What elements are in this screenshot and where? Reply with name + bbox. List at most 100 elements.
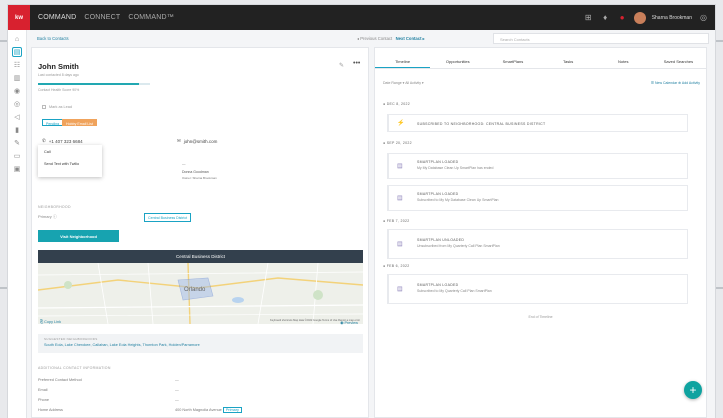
megaphone-icon[interactable]: ◁ <box>12 112 22 122</box>
preview-link[interactable]: ◉ Preview <box>340 320 358 325</box>
date-header: ● FEB 7, 2022 <box>383 219 409 223</box>
card-desc: Subscribed to My Quarterly Call Plan Sma… <box>417 289 492 293</box>
tab-smartplans[interactable]: SmartPlans <box>485 56 540 68</box>
add-fab-button[interactable]: + <box>684 381 702 399</box>
app-command-tm[interactable]: COMMAND™ <box>128 14 174 21</box>
menu-send-text[interactable]: Send Text with Twilio <box>38 159 102 169</box>
menu-call[interactable]: Call <box>38 147 102 157</box>
tab-opportunities[interactable]: Opportunities <box>430 56 485 68</box>
home-address-label: Home Address <box>38 408 63 412</box>
edit-icon[interactable]: ✎ <box>12 138 22 148</box>
owner-name: Donna Goodman <box>182 170 209 174</box>
phone-row[interactable]: ✆ +1 407 323 6684 <box>42 138 83 144</box>
link-icon: ⎘ <box>40 320 44 324</box>
more-options-icon[interactable]: ••• <box>353 60 360 67</box>
smartplan-icon: ▤ <box>397 241 403 248</box>
checkbox-box[interactable] <box>42 105 46 109</box>
timeline-card[interactable]: ▤ SMARTPLAN LOADED My My Database Clean … <box>387 153 688 179</box>
neighborhood-map[interactable]: Central Business District Orlando Keyboa… <box>38 250 363 324</box>
timeline-dot-icon: ● <box>383 141 386 145</box>
tag-hobby-list[interactable]: Hobby Email List <box>62 119 97 126</box>
contact-panel: John Smith Last contacted 8 days ago ✎ •… <box>31 47 369 418</box>
email-address[interactable]: john@smith.com <box>184 139 218 144</box>
info-icon: ⓘ <box>52 214 57 219</box>
timeline-actions[interactable]: ☰ New Calendar ⊕ Add Activity <box>651 81 700 85</box>
document-icon[interactable]: ▥ <box>12 73 22 83</box>
bell-icon[interactable]: ● <box>617 12 628 23</box>
date-label: FEB 7, 2022 <box>386 219 410 223</box>
phone-menu: Call Send Text with Twilio <box>38 145 102 177</box>
help-icon[interactable]: ◎ <box>698 12 709 23</box>
app-connect[interactable]: CONNECT <box>84 14 120 21</box>
visit-neighborhood-button[interactable]: Visit Neighborhood <box>38 230 119 242</box>
map-city: Orlando <box>184 287 206 293</box>
back-to-contacts-link[interactable]: Back to Contacts <box>37 36 69 41</box>
copy-link[interactable]: ⎘ Copy Link <box>40 320 61 324</box>
date-header: ● SEP 20, 2022 <box>383 141 412 145</box>
date-header: ● FEB 6, 2022 <box>383 264 409 268</box>
next-contact-link[interactable]: Next Contact ▸ <box>396 36 425 41</box>
health-score: Contact Health Score 90% <box>38 88 80 92</box>
owner-sub: Owner: Sharna Brookman <box>182 176 217 180</box>
email-value: — <box>175 388 179 392</box>
timeline-card[interactable]: ▤ SMARTPLAN UNLOADED Unsubscribed from M… <box>387 229 688 259</box>
timeline-card[interactable]: ▤ SMARTPLAN LOADED Subscribed to My My D… <box>387 185 688 211</box>
apps-grid-icon[interactable]: ⊞ <box>583 12 594 23</box>
location-icon[interactable]: ◉ <box>12 86 22 96</box>
suggested-heading: SUGGESTED NEIGHBORHOODS <box>44 337 98 341</box>
timeline-filters[interactable]: Date Range ▾ All Activity ▾ <box>383 81 424 85</box>
calendar-icon[interactable]: ▭ <box>12 151 22 161</box>
search-contacts-input[interactable]: Search Contacts <box>493 33 709 44</box>
mark-as-lead-checkbox[interactable]: Mark as Lead <box>42 105 72 109</box>
suggested-list[interactable]: South Eola, Lake Cherokee, Callahan, Lak… <box>44 343 357 347</box>
tab-notes[interactable]: Notes <box>596 56 651 68</box>
timeline-card[interactable]: ⚡ SUBSCRIBED TO NEIGHBORHOOD: CENTRAL BU… <box>387 114 688 132</box>
home-icon[interactable]: ⌂ <box>12 34 22 44</box>
tab-tasks[interactable]: Tasks <box>541 56 596 68</box>
notifications-icon[interactable]: ♦ <box>600 12 611 23</box>
additional-heading: ADDITIONAL CONTACT INFORMATION <box>38 366 111 370</box>
contacts-icon[interactable]: ▤ <box>12 47 22 57</box>
end-of-timeline: End of Timeline <box>528 315 553 319</box>
suggested-neighborhoods: SUGGESTED NEIGHBORHOODS South Eola, Lake… <box>38 334 363 353</box>
tag-pending[interactable]: Pending <box>42 119 64 126</box>
email-row[interactable]: ✉ john@smith.com <box>177 138 217 144</box>
tab-bar: Timeline Opportunities SmartPlans Tasks … <box>375 56 706 68</box>
email-icon: ✉ <box>177 138 181 143</box>
date-label: FEB 6, 2022 <box>386 264 410 268</box>
smartplan-icon: ▤ <box>397 163 403 170</box>
card-desc: My My Database Clean Up SmartPlan has en… <box>417 166 494 170</box>
card-desc: Subscribed to My My Database Clean Up Sm… <box>417 198 499 202</box>
phone-label: Phone <box>38 398 49 402</box>
phone-icon: ✆ <box>42 138 46 143</box>
files-icon[interactable]: ▣ <box>12 164 22 174</box>
top-bar: kw COMMAND CONNECT COMMAND™ ⊞ ♦ ● Sharna… <box>8 5 715 30</box>
email-label: Email <box>38 388 48 392</box>
primary-label: Primary ⓘ <box>38 214 57 220</box>
smartplan-icon: ▤ <box>397 286 403 293</box>
contact-name: John Smith <box>38 62 79 71</box>
map-title: Central Business District <box>38 250 363 263</box>
avatar[interactable] <box>633 11 646 24</box>
card-title: SMARTPLAN LOADED <box>417 283 459 287</box>
health-bar-fill <box>38 83 139 85</box>
tab-saved-searches[interactable]: Saved Searches <box>651 56 706 68</box>
neighborhood-tag[interactable]: Central Business District <box>144 213 192 222</box>
tab-timeline[interactable]: Timeline <box>375 56 431 68</box>
phone-number[interactable]: +1 407 323 6684 <box>49 139 83 144</box>
edit-pencil-icon[interactable]: ✎ <box>339 62 344 69</box>
people-icon[interactable]: ☷ <box>12 60 22 70</box>
previous-contact-link[interactable]: ◂ Previous Contact <box>357 36 392 41</box>
neighborhood-heading: NEIGHBORHOOD <box>38 205 71 209</box>
app-command[interactable]: COMMAND <box>38 14 76 21</box>
date-label: DEC 8, 2022 <box>386 102 411 106</box>
card-title: SMARTPLAN LOADED <box>417 160 459 164</box>
brand-logo[interactable]: kw <box>8 5 30 30</box>
opportunities-icon[interactable]: ◎ <box>12 99 22 109</box>
card-desc: Unsubscribed from My Quarterly Call Plan… <box>417 244 500 248</box>
user-name[interactable]: Sharna Brookman <box>652 15 692 21</box>
preferred-method-value: — <box>175 378 179 382</box>
reports-icon[interactable]: ▮ <box>12 125 22 135</box>
timeline-card[interactable]: ▤ SMARTPLAN LOADED Subscribed to My Quar… <box>387 274 688 304</box>
home-address-value: 400 North Magnolia Avenue Primary <box>175 407 242 413</box>
